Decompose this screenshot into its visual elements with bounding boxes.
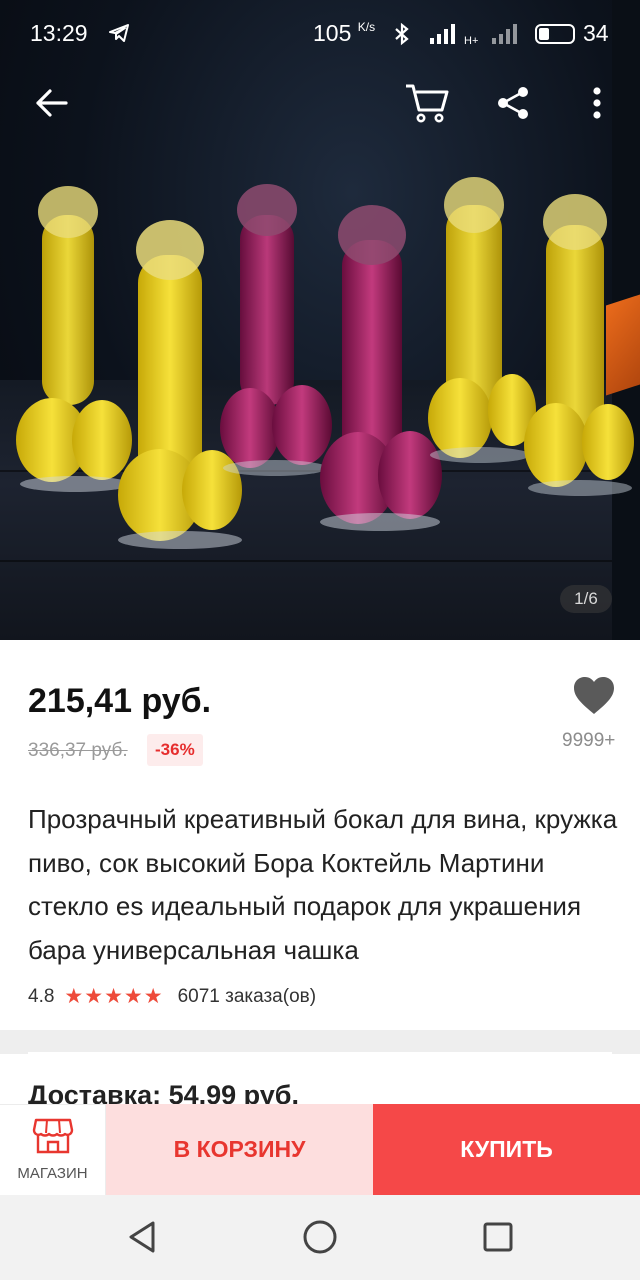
- signal-icon: H+: [428, 22, 484, 52]
- battery-icon: [535, 24, 575, 44]
- more-vertical-icon[interactable]: [574, 80, 620, 126]
- old-price: 336,37 руб.: [28, 740, 128, 761]
- bluetooth-icon: [392, 22, 412, 52]
- battery-percent: 34: [583, 20, 609, 46]
- nav-home-icon[interactable]: [298, 1215, 342, 1259]
- telegram-icon: [108, 22, 130, 44]
- bottle-yellow: [428, 177, 536, 463]
- product-price: 215,41 руб.: [28, 682, 212, 720]
- product-image[interactable]: [0, 0, 640, 640]
- buy-now-button[interactable]: КУПИТЬ: [373, 1104, 640, 1195]
- back-arrow-icon[interactable]: [28, 80, 74, 126]
- share-icon[interactable]: [490, 80, 536, 126]
- bottle-purple: [320, 205, 442, 531]
- section-divider: [0, 1030, 640, 1054]
- bottom-action-bar: МАГАЗИН В КОРЗИНУ КУПИТЬ: [0, 1104, 640, 1195]
- nav-back-icon[interactable]: [120, 1215, 164, 1259]
- gallery-counter: 1/6: [560, 585, 612, 613]
- star-rating-icon: ★★★★★: [64, 985, 164, 1008]
- bottle-yellow: [16, 186, 132, 492]
- signal-icon: [490, 22, 522, 52]
- product-title: Прозрачный креативный бокал для вина, кр…: [28, 804, 618, 965]
- rating-value: 4.8: [28, 985, 55, 1007]
- bottle-yellow: [118, 220, 242, 549]
- svg-text:H+: H+: [464, 35, 478, 46]
- network-speed-unit: K/s: [357, 20, 376, 34]
- network-speed: 105 K/s: [313, 20, 375, 47]
- store-label: МАГАЗИН: [17, 1165, 88, 1182]
- bottle-purple: [220, 184, 332, 476]
- status-time: 13:29: [30, 20, 88, 46]
- bottles-illustration: [16, 177, 634, 549]
- discount-badge: -36%: [147, 734, 203, 766]
- orders-count: 6071 заказа(ов): [177, 985, 317, 1007]
- wishlist-count: 9999+: [562, 730, 616, 751]
- add-to-cart-button[interactable]: В КОРЗИНУ: [106, 1104, 373, 1195]
- rating-row[interactable]: 4.8 ★★★★★ 6071 заказа(ов): [28, 984, 316, 1009]
- status-bar: 13:29 105 K/s H+ 34: [0, 0, 640, 68]
- system-navigation-bar: [0, 1195, 640, 1280]
- network-speed-value: 105: [313, 20, 352, 46]
- cart-icon[interactable]: [404, 80, 450, 126]
- nav-recents-icon[interactable]: [476, 1215, 520, 1259]
- bottle-yellow: [524, 194, 634, 496]
- store-button[interactable]: МАГАЗИН: [0, 1104, 106, 1195]
- store-icon: [32, 1118, 74, 1159]
- heart-icon[interactable]: [572, 676, 616, 716]
